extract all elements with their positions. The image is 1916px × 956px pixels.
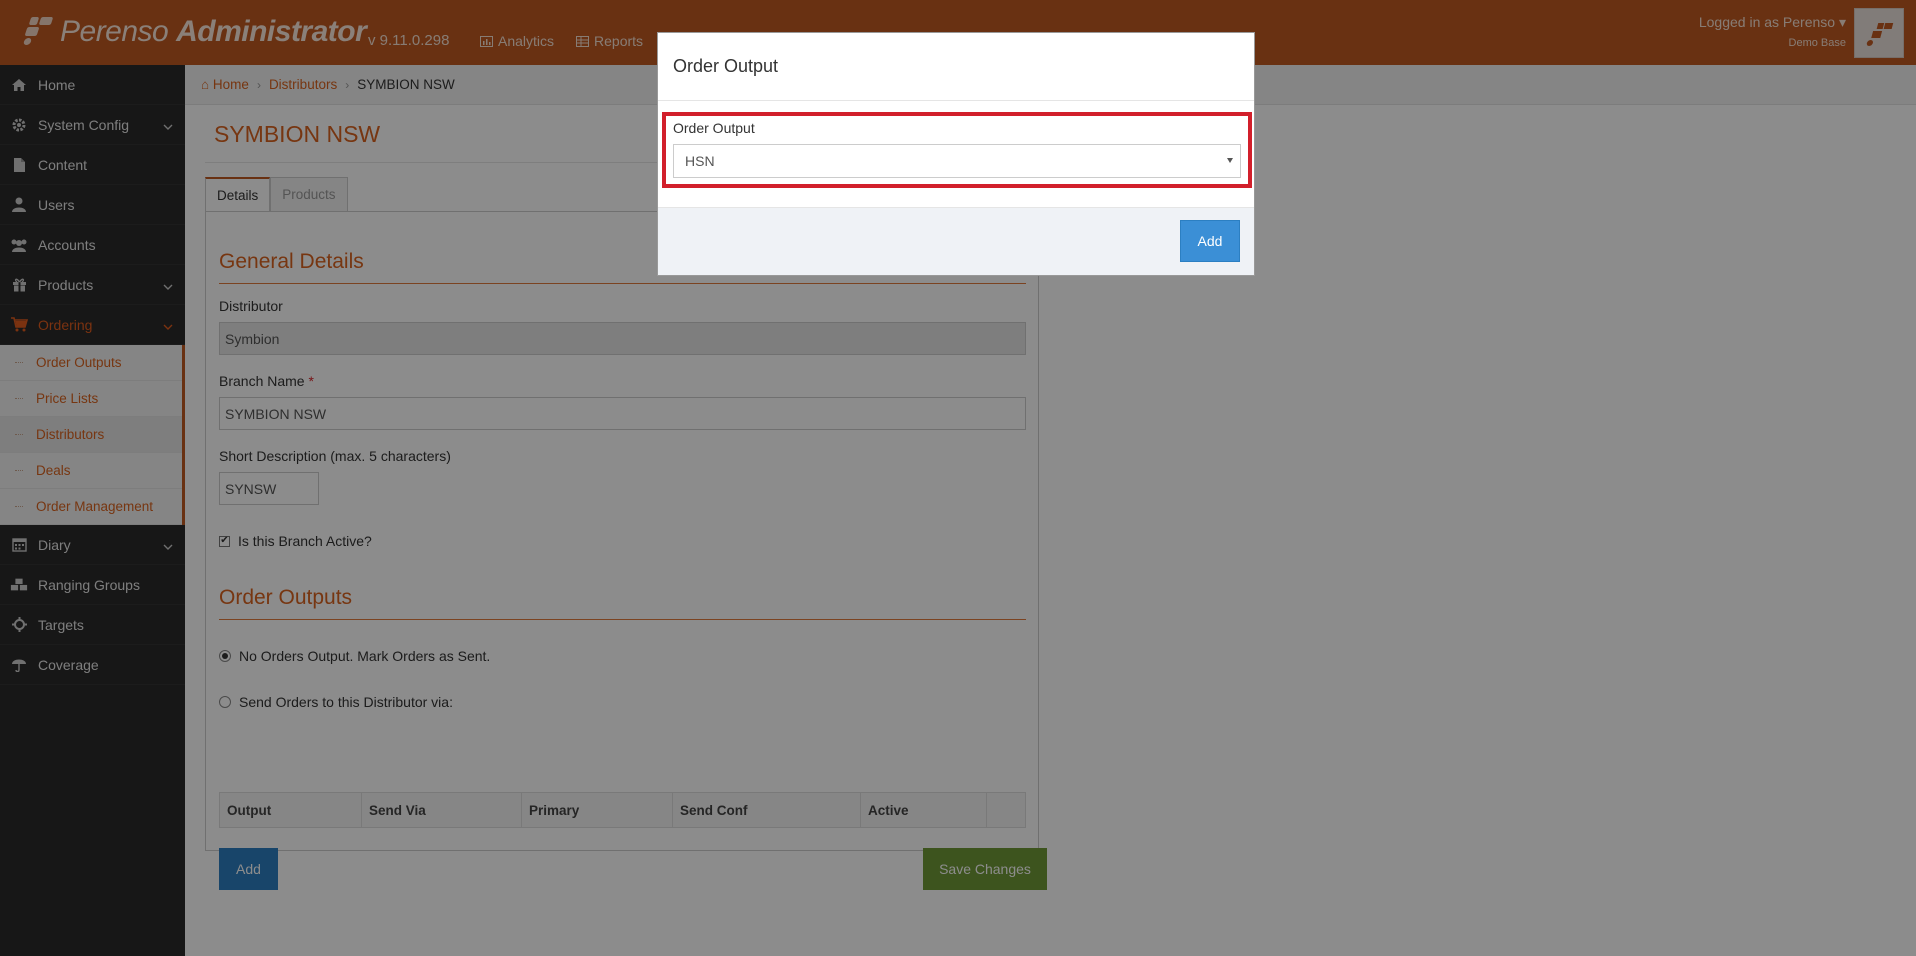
modal-add-button[interactable]: Add <box>1180 220 1240 262</box>
order-output-modal: Order Output Order Output HSN Add <box>657 32 1255 276</box>
caret-down-icon <box>1227 158 1233 163</box>
order-output-selected: HSN <box>685 153 715 169</box>
modal-footer: Add <box>658 207 1254 275</box>
order-output-label: Order Output <box>673 120 755 136</box>
order-output-select[interactable]: HSN <box>673 144 1241 178</box>
modal-title: Order Output <box>658 33 1254 101</box>
